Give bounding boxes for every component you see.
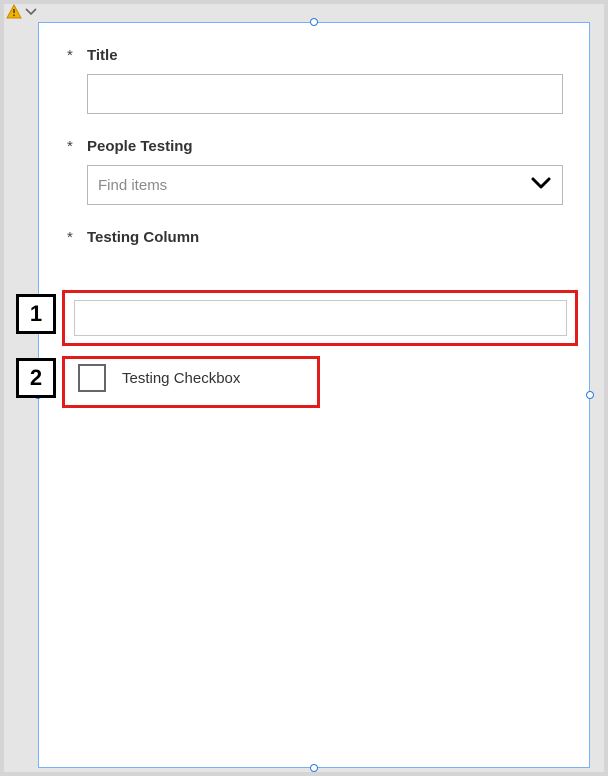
resize-handle-bottom[interactable] <box>310 764 318 772</box>
input-testing-column[interactable] <box>74 300 567 336</box>
chevron-down-icon <box>530 172 552 199</box>
label-people-testing: People Testing <box>87 138 193 155</box>
required-marker: * <box>67 47 77 64</box>
field-testing-checkbox: Testing Checkbox <box>78 364 240 392</box>
callout-1-number: 1 <box>30 301 42 327</box>
resize-handle-top[interactable] <box>310 18 318 26</box>
control-toolbar <box>6 4 38 20</box>
design-canvas: * Title * People Testing Find items <box>4 4 604 772</box>
combo-placeholder: Find items <box>98 177 167 194</box>
field-testing-column: * Testing Column <box>67 229 561 246</box>
warning-icon <box>6 4 22 20</box>
label-testing-checkbox: Testing Checkbox <box>122 370 240 387</box>
callout-1: 1 <box>16 294 56 334</box>
callout-2: 2 <box>16 358 56 398</box>
chevron-down-icon[interactable] <box>24 5 38 19</box>
label-testing-column: Testing Column <box>87 229 199 246</box>
form-container-selected[interactable]: * Title * People Testing Find items <box>38 22 590 768</box>
callout-2-number: 2 <box>30 365 42 391</box>
combo-people-testing[interactable]: Find items <box>87 165 563 205</box>
resize-handle-right[interactable] <box>586 391 594 399</box>
required-marker: * <box>67 138 77 155</box>
field-title: * Title <box>67 47 561 114</box>
label-title: Title <box>87 47 118 64</box>
required-marker: * <box>67 229 77 246</box>
field-people-testing: * People Testing Find items <box>67 138 561 205</box>
input-title[interactable] <box>87 74 563 114</box>
form-body: * Title * People Testing Find items <box>39 23 589 294</box>
checkbox-testing[interactable] <box>78 364 106 392</box>
